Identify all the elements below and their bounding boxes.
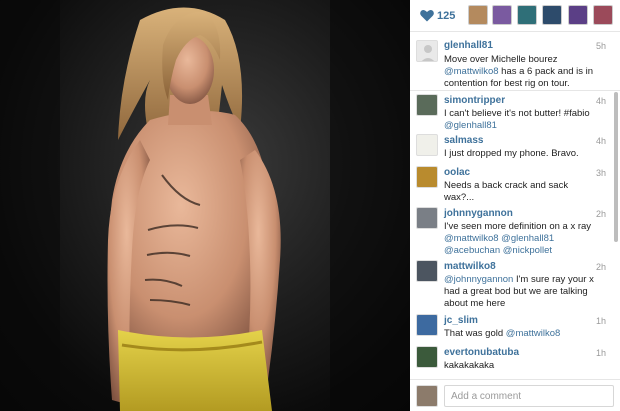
- comment-time: 2h: [595, 262, 606, 272]
- avatar[interactable]: [416, 346, 438, 368]
- comment-username[interactable]: evertonubatuba: [444, 347, 519, 358]
- liker-avatar[interactable]: [542, 5, 562, 25]
- mention-link[interactable]: @mattwilko8: [444, 66, 499, 77]
- mention-link[interactable]: @mattwilko8: [506, 328, 561, 339]
- comment-username[interactable]: mattwilko8: [444, 261, 496, 272]
- comment-username[interactable]: simontripper: [444, 95, 505, 106]
- comment-list: simontripper 4h I can't believe it's not…: [410, 92, 620, 379]
- post-photo: [0, 0, 410, 411]
- mention-link[interactable]: @acebuchan: [444, 245, 500, 256]
- add-comment-input[interactable]: [444, 385, 614, 407]
- comment-text: @johnnygannon I'm sure ray your x had a …: [444, 274, 594, 309]
- caption-text: Move over Michelle bourez @mattwilko8 ha…: [444, 54, 594, 89]
- comment-username[interactable]: oolac: [444, 167, 470, 178]
- photo-illustration: [0, 0, 410, 411]
- comment-time: 1h: [595, 316, 606, 326]
- comments-scrollbar[interactable]: [614, 92, 618, 242]
- default-avatar-icon: [417, 41, 437, 61]
- avatar[interactable]: [416, 134, 438, 156]
- caption-username[interactable]: glenhall81: [444, 40, 493, 51]
- comment-time: 2h: [595, 209, 606, 219]
- comment-username[interactable]: salmass: [444, 135, 483, 146]
- mention-link[interactable]: @nickpollet: [503, 245, 552, 256]
- avatar[interactable]: [416, 207, 438, 229]
- comment-time: 4h: [595, 96, 606, 106]
- comment-username[interactable]: jc_slim: [444, 315, 478, 326]
- mention-link[interactable]: @glenhall81: [501, 233, 554, 244]
- current-user-avatar: [416, 385, 438, 407]
- comment-text: kakakakaka: [444, 360, 495, 371]
- post-caption: glenhall81 5h Move over Michelle bourez …: [410, 33, 620, 91]
- comment-text: I just dropped my phone. Bravo.: [444, 148, 579, 159]
- avatar[interactable]: [416, 260, 438, 282]
- avatar[interactable]: [416, 166, 438, 188]
- add-comment-bar: [410, 379, 620, 411]
- liker-avatar[interactable]: [468, 5, 488, 25]
- avatar[interactable]: [416, 94, 438, 116]
- comment-time: 4h: [595, 136, 606, 146]
- likes-count[interactable]: 125: [437, 10, 455, 22]
- mention-link[interactable]: @mattwilko8: [444, 233, 499, 244]
- liker-avatar[interactable]: [517, 5, 537, 25]
- avatar[interactable]: [416, 40, 438, 62]
- liker-avatar[interactable]: [568, 5, 588, 25]
- comment-text: I can't believe it's not butter! #fabio …: [444, 108, 590, 131]
- comments-sidebar: 125 glenhall81 5h Move over Michelle bou…: [410, 0, 620, 411]
- liker-avatar[interactable]: [492, 5, 512, 25]
- heart-icon[interactable]: [420, 9, 434, 22]
- avatar[interactable]: [416, 314, 438, 336]
- liker-avatar[interactable]: [593, 5, 613, 25]
- comment-time: 1h: [595, 348, 606, 358]
- comment-text: Needs a back crack and sack wax?...: [444, 180, 569, 203]
- comment-username[interactable]: johnnygannon: [444, 208, 513, 219]
- comment-time: 3h: [595, 168, 606, 178]
- likes-bar: 125: [410, 0, 620, 32]
- comment-text: I've seen more definition on a x ray @ma…: [444, 221, 592, 256]
- mention-link[interactable]: @johnnygannon: [444, 274, 513, 285]
- comment-text: That was gold @mattwilko8: [444, 328, 561, 339]
- caption-time: 5h: [595, 41, 606, 51]
- mention-link[interactable]: @glenhall81: [444, 120, 497, 131]
